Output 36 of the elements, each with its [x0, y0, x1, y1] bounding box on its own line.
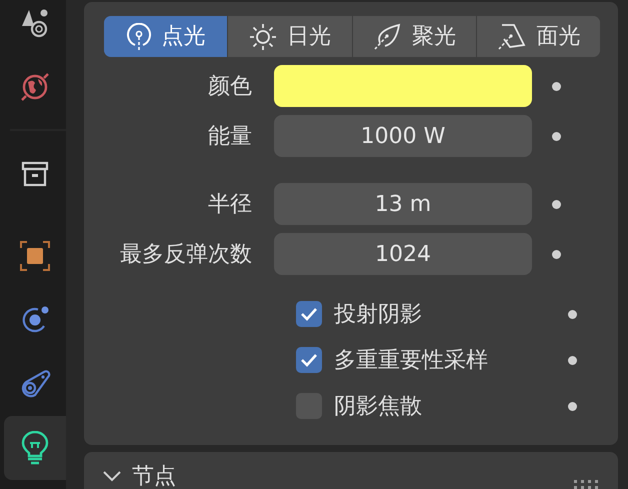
box-icon	[20, 159, 50, 189]
checkmark-icon	[300, 352, 318, 368]
area-light-icon	[496, 22, 526, 50]
light-bulb-tab[interactable]	[4, 416, 66, 480]
light-type-tab[interactable]: 点光	[104, 16, 228, 57]
checkmark-icon	[300, 306, 318, 322]
field-label: 最多反弹次数	[119, 240, 253, 268]
keyframe-dot[interactable]	[568, 402, 577, 410]
sun-icon	[248, 22, 277, 50]
field-label: 半径	[207, 190, 253, 218]
field-label: 颜色	[207, 72, 253, 100]
keyframe-dot[interactable]	[552, 250, 561, 258]
keyframe-dot[interactable]	[568, 356, 577, 364]
number-field[interactable]: 13 m	[274, 183, 532, 225]
checkbox-label: 多重重要性采样	[333, 346, 489, 374]
spotlight-icon	[372, 22, 402, 50]
panel-title: 节点	[132, 464, 176, 489]
checkbox-label: 阴影焦散	[333, 392, 423, 420]
field-label: 能量	[207, 122, 253, 150]
checkbox[interactable]	[296, 347, 322, 373]
checkbox[interactable]	[296, 301, 322, 327]
number-field[interactable]: 1000 W	[274, 115, 532, 157]
number-field[interactable]: 1024	[274, 233, 532, 275]
scene-icon	[20, 8, 50, 38]
keyframe-dot[interactable]	[568, 310, 577, 318]
keyframe-dot[interactable]	[552, 200, 561, 208]
point-light-icon	[126, 22, 152, 50]
keyframe-dot[interactable]	[552, 82, 561, 90]
object-icon	[18, 239, 52, 273]
checkbox-label: 投射阴影	[333, 300, 423, 328]
light-bulb-icon	[20, 431, 50, 465]
light-type-tab[interactable]: 面光	[476, 16, 600, 57]
nodes-panel-header[interactable]: 节点	[84, 452, 618, 489]
drag-grip-icon[interactable]	[574, 480, 598, 489]
keyframe-dot[interactable]	[552, 132, 561, 140]
color-swatch[interactable]	[274, 65, 532, 107]
